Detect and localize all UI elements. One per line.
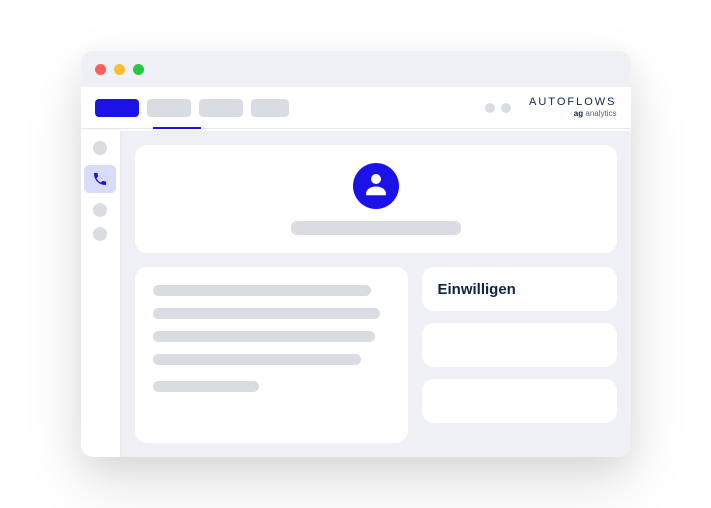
side-card[interactable]	[422, 379, 617, 423]
nav-tab[interactable]	[251, 99, 289, 117]
person-icon	[361, 169, 391, 204]
app-window: AUTOFLOWS ag analytics	[81, 51, 631, 457]
status-dot	[501, 103, 511, 113]
text-placeholder	[153, 308, 381, 319]
avatar	[353, 163, 399, 209]
profile-name-placeholder	[291, 221, 461, 235]
sidebar-item[interactable]	[93, 227, 107, 241]
maximize-icon[interactable]	[133, 64, 144, 75]
titlebar	[81, 51, 631, 87]
tab-underline	[153, 127, 201, 129]
sidebar-item[interactable]	[93, 203, 107, 217]
main-content: Einwilligen	[121, 131, 631, 457]
phone-icon	[92, 171, 108, 187]
sidebar-item-calls[interactable]	[84, 165, 116, 193]
sidebar	[81, 131, 121, 457]
brand-title: AUTOFLOWS	[529, 97, 616, 108]
nav-tab-active[interactable]	[95, 99, 139, 117]
consent-card[interactable]: Einwilligen	[422, 267, 617, 311]
status-dots	[485, 103, 511, 113]
brand-subtitle: ag analytics	[529, 110, 616, 118]
nav-tab[interactable]	[199, 99, 243, 117]
nav-tab[interactable]	[147, 99, 191, 117]
status-dot	[485, 103, 495, 113]
text-placeholder	[153, 354, 362, 365]
brand: AUTOFLOWS ag analytics	[529, 97, 616, 118]
minimize-icon[interactable]	[114, 64, 125, 75]
text-placeholder	[153, 285, 371, 296]
side-cards: Einwilligen	[422, 267, 617, 443]
top-nav: AUTOFLOWS ag analytics	[81, 87, 631, 129]
consent-label: Einwilligen	[438, 281, 516, 298]
text-placeholder	[153, 381, 260, 392]
sidebar-item[interactable]	[93, 141, 107, 155]
text-placeholder	[153, 331, 376, 342]
profile-card	[135, 145, 617, 253]
details-card	[135, 267, 408, 443]
close-icon[interactable]	[95, 64, 106, 75]
side-card[interactable]	[422, 323, 617, 367]
